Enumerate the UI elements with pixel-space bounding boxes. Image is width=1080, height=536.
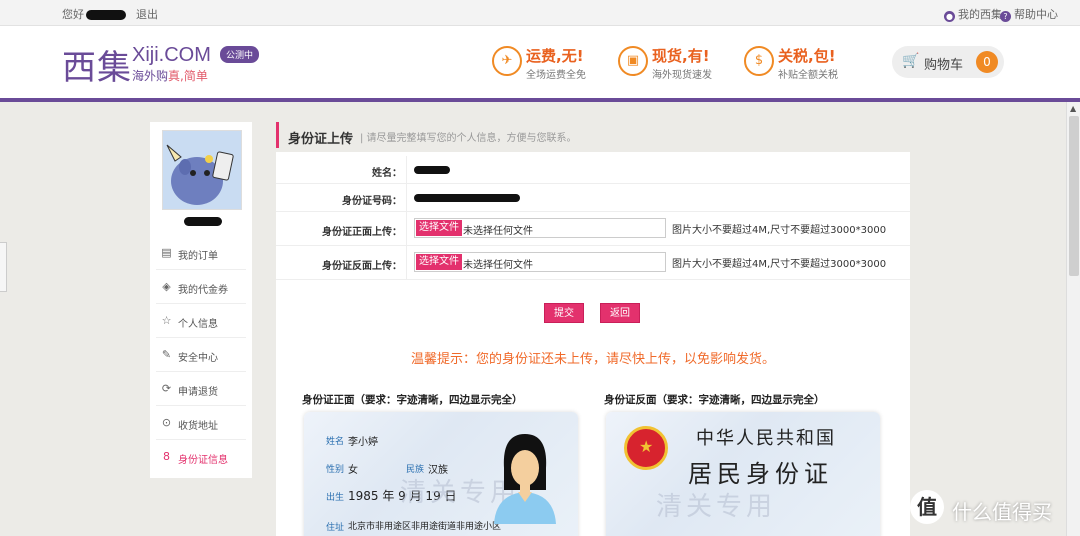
smzdm-watermark: 什么值得买 xyxy=(952,500,1052,524)
help-center-link[interactable]: ? 帮助中心 xyxy=(1000,6,1058,22)
sidebar-item-profile[interactable]: ☆ 个人信息 xyxy=(156,304,246,338)
site-header: 西集 Xiji.COM 海外购真,简单 公测中 ✈ 运费,无! 全场运费全免 ▣… xyxy=(0,26,1080,102)
sidebar-item-address[interactable]: ⊙ 收货地址 xyxy=(156,406,246,440)
plane-icon: ✈ xyxy=(492,46,522,76)
portrait-illustration xyxy=(494,434,556,524)
id-front-sample: 姓名 李小婷 性别 女 民族 汉族 出生 1985 年 9 月 19 日 住址 … xyxy=(304,412,578,536)
front-file-input[interactable]: 选择文件 未选择任何文件 xyxy=(414,218,666,238)
sidebar-item-id-info[interactable]: 8 身份证信息 xyxy=(156,440,246,474)
page-scrollbar[interactable]: ▲ xyxy=(1066,102,1080,536)
left-collapse-handle[interactable] xyxy=(0,242,7,292)
back-choose-file-button[interactable]: 选择文件 xyxy=(416,254,462,270)
coupon-icon: ◈ xyxy=(162,280,171,293)
sidebar-item-security[interactable]: ✎ 安全中心 xyxy=(156,338,246,372)
row-id-number: 身份证号码： xyxy=(276,184,910,212)
user-icon: ● xyxy=(944,11,955,22)
account-sidebar: ▤ 我的订单 ◈ 我的代金券 ☆ 个人信息 ✎ 安全中心 ⟳ 申请退货 ⊙ 收货地址 8 身份… xyxy=(150,122,252,478)
back-file-input[interactable]: 选择文件 未选择任何文件 xyxy=(414,252,666,272)
front-choose-file-button[interactable]: 选择文件 xyxy=(416,220,462,236)
sidebar-item-coupons[interactable]: ◈ 我的代金券 xyxy=(156,270,246,304)
my-xiji-link[interactable]: ● 我的西集 xyxy=(944,6,1002,22)
order-icon: ▤ xyxy=(161,246,172,259)
edit-icon: ✎ xyxy=(161,348,172,361)
pin-icon: ⊙ xyxy=(161,416,172,429)
top-bar: 您好 退出 ● 我的西集 ? 帮助中心 xyxy=(0,0,1080,26)
back-watermark: 清关专用 xyxy=(656,492,777,522)
logo-tagline: 海外购真,简单 xyxy=(132,69,208,83)
back-country-text: 中华人民共和国 xyxy=(696,428,836,449)
avatar[interactable] xyxy=(162,130,242,210)
smzdm-logo-icon: 值 xyxy=(910,490,944,524)
back-upload-label: 身份证反面上传： xyxy=(322,261,402,272)
beta-badge: 公测中 xyxy=(220,46,260,63)
main-panel: 身份证上传 | 请尽量完整填写您的个人信息，方便与您联系。 姓名： 身份证号码：… xyxy=(276,122,910,536)
id-number-label: 身份证号码： xyxy=(342,196,402,207)
redacted-nickname xyxy=(184,217,222,226)
back-file-status: 未选择任何文件 xyxy=(463,260,533,271)
sidebar-item-returns[interactable]: ⟳ 申请退货 xyxy=(156,372,246,406)
help-icon: ? xyxy=(1000,11,1011,22)
row-back-upload: 身份证反面上传： 选择文件 未选择任何文件 图片大小不要超过4M,尺寸不要超过3… xyxy=(276,246,910,280)
account-menu: ▤ 我的订单 ◈ 我的代金券 ☆ 个人信息 ✎ 安全中心 ⟳ 申请退货 ⊙ 收货地址 8 身份… xyxy=(156,236,246,474)
money-icon: $ xyxy=(744,46,774,76)
submit-button[interactable]: 提交 xyxy=(544,303,584,323)
front-card-title: 身份证正面（要求：字迹清晰，四边显示完全） xyxy=(302,394,523,406)
row-front-upload: 身份证正面上传： 选择文件 未选择任何文件 图片大小不要超过4M,尺寸不要超过3… xyxy=(276,212,910,246)
id-icon: 8 xyxy=(163,450,170,463)
back-size-hint: 图片大小不要超过4M,尺寸不要超过3000*3000 xyxy=(672,259,887,270)
name-label: 姓名： xyxy=(372,168,402,179)
back-card-title: 身份证反面（要求：字迹清晰，四边显示完全） xyxy=(604,394,825,406)
scroll-up-arrow-icon[interactable]: ▲ xyxy=(1070,104,1076,113)
scrollbar-thumb[interactable] xyxy=(1069,116,1079,276)
redacted-name xyxy=(414,166,450,174)
id-back-sample: ★ 中华人民共和国 居民身份证 清关专用 xyxy=(606,412,880,536)
page-subtitle: | 请尽量完整填写您的个人信息，方便与您联系。 xyxy=(360,133,577,144)
logout-link[interactable]: 退出 xyxy=(136,6,158,22)
back-button[interactable]: 返回 xyxy=(600,303,640,323)
page-title: 身份证上传 xyxy=(288,132,354,147)
upload-notice: 温馨提示：您的身份证还未上传，请尽快上传，以免影响发货。 xyxy=(410,352,775,367)
logo-chinese[interactable]: 西集 xyxy=(62,40,132,89)
section-header: 身份证上传 | 请尽量完整填写您的个人信息，方便与您联系。 xyxy=(276,122,910,152)
star-icon: ☆ xyxy=(161,314,172,327)
sidebar-item-orders[interactable]: ▤ 我的订单 xyxy=(156,236,246,270)
row-name: 姓名： xyxy=(276,156,910,184)
redacted-username xyxy=(86,10,126,20)
front-file-status: 未选择任何文件 xyxy=(463,226,533,237)
front-size-hint: 图片大小不要超过4M,尺寸不要超过3000*3000 xyxy=(672,225,887,236)
section-accent xyxy=(276,122,279,148)
greeting: 您好 xyxy=(62,6,126,22)
cart-icon: 🛒 xyxy=(902,53,920,69)
redacted-id-number xyxy=(414,194,520,202)
front-upload-label: 身份证正面上传： xyxy=(322,227,402,238)
logo-english[interactable]: Xiji.COM xyxy=(132,44,211,67)
return-icon: ⟳ xyxy=(161,382,172,395)
cart-count-badge: 0 xyxy=(976,51,998,73)
bag-icon: ▣ xyxy=(618,46,648,76)
national-emblem-icon: ★ xyxy=(624,426,668,470)
cart-button[interactable]: 🛒 购物车 0 xyxy=(892,46,1004,78)
back-idcard-text: 居民身份证 xyxy=(688,460,833,488)
